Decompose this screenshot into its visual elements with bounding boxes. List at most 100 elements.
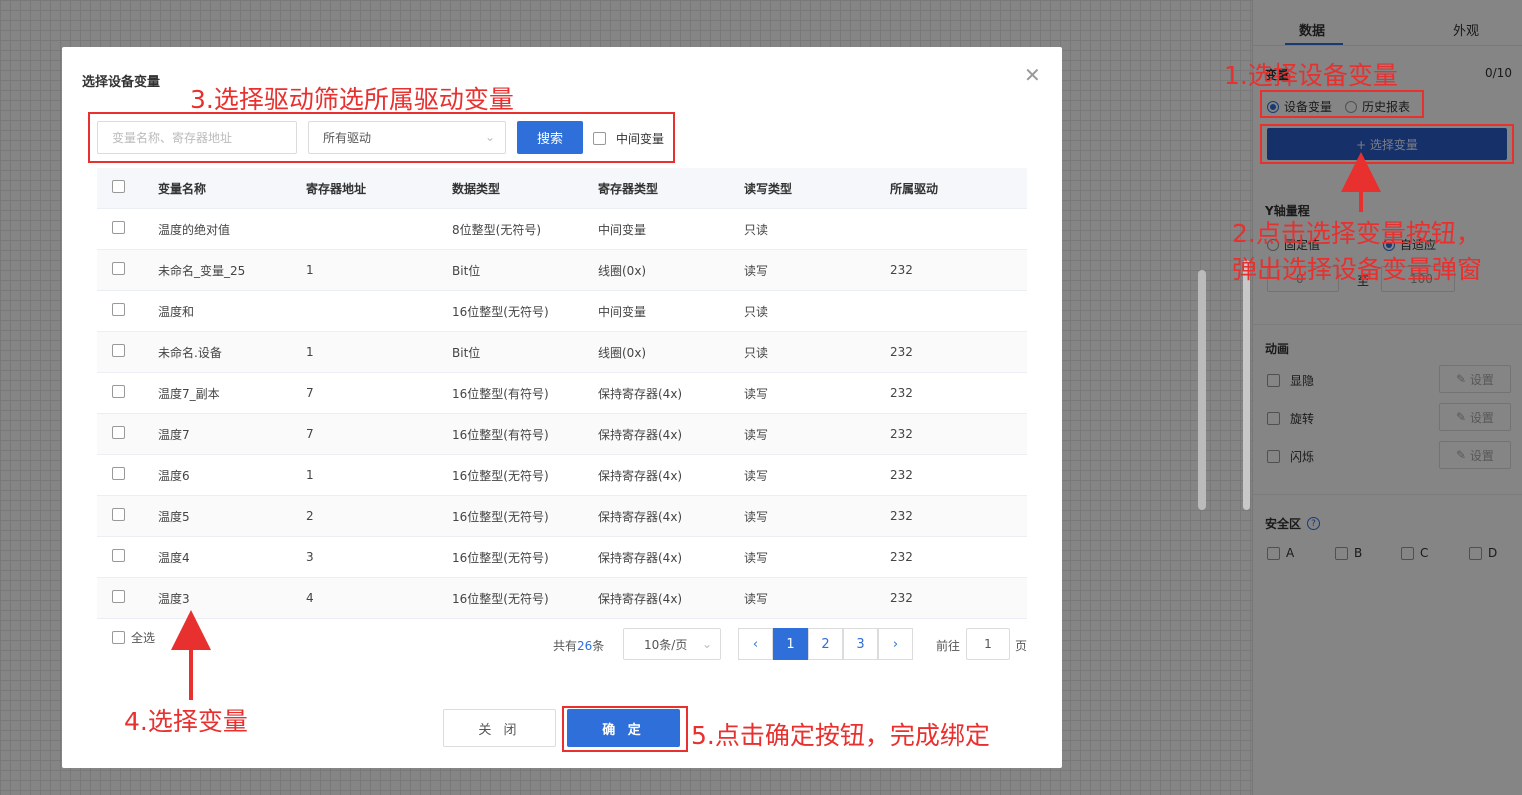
prev-page-button[interactable]: ‹ <box>738 628 773 660</box>
column-header: 寄存器类型 <box>598 181 659 196</box>
row-checkbox[interactable] <box>112 385 125 398</box>
pager-total: 共有26条 <box>553 637 604 654</box>
annotation-box-confirm <box>562 706 688 752</box>
table-row[interactable]: 温度的绝对值 8位整型(无符号) 中间变量 只读 <box>97 209 1027 250</box>
table-cell: 2 <box>306 509 314 523</box>
table-row[interactable]: 温度6 1 16位整型(无符号) 保持寄存器(4x) 读写 232 <box>97 455 1027 496</box>
annotation-step3: 3.选择驱动筛选所属驱动变量 <box>190 85 514 114</box>
table-cell: 未命名_变量_25 <box>158 263 246 278</box>
table-cell: 读写 <box>744 468 769 483</box>
table-cell: 3 <box>306 550 314 564</box>
annotation-box-select-button <box>1260 124 1514 164</box>
column-header: 变量名称 <box>158 181 207 196</box>
table-cell: 中间变量 <box>598 222 647 237</box>
table-cell: 温度7_副本 <box>158 386 220 401</box>
goto-suffix: 页 <box>1015 639 1028 653</box>
table-header: 变量名称 寄存器地址 数据类型 寄存器类型 读写类型 所属驱动 <box>97 168 1027 209</box>
table-row[interactable]: 温度5 2 16位整型(无符号) 保持寄存器(4x) 读写 232 <box>97 496 1027 537</box>
table-row[interactable]: 温度7_副本 7 16位整型(有符号) 保持寄存器(4x) 读写 232 <box>97 373 1027 414</box>
table-cell: 温度7 <box>158 427 190 442</box>
table-cell: 232 <box>890 509 913 523</box>
table-cell: 读写 <box>744 509 769 524</box>
table-cell: 中间变量 <box>598 304 647 319</box>
row-checkbox[interactable] <box>112 221 125 234</box>
total-count: 26 <box>577 639 593 653</box>
table-cell: 1 <box>306 345 314 359</box>
table-row[interactable]: 温度4 3 16位整型(无符号) 保持寄存器(4x) 读写 232 <box>97 537 1027 578</box>
table-cell: 只读 <box>744 222 769 237</box>
next-page-button[interactable]: › <box>878 628 913 660</box>
table-cell: 读写 <box>744 591 769 606</box>
checkbox-label: 全选 <box>131 631 156 645</box>
page-button-3[interactable]: 3 <box>843 628 878 660</box>
page-size-select[interactable]: 10条/页 ⌄ <box>623 628 721 660</box>
table-cell: 232 <box>890 427 913 441</box>
row-checkbox[interactable] <box>112 344 125 357</box>
table-cell: 保持寄存器(4x) <box>598 509 683 524</box>
annotation-step2-line2: 弹出选择设备变量弹窗 <box>1232 255 1483 284</box>
table-cell: 只读 <box>744 345 769 360</box>
table-cell: 7 <box>306 427 314 441</box>
table-cell: 16位整型(无符号) <box>452 509 549 524</box>
column-header: 读写类型 <box>744 181 793 196</box>
table-cell: 线圈(0x) <box>598 263 647 278</box>
row-checkbox[interactable] <box>112 508 125 521</box>
total-suffix: 条 <box>592 639 605 653</box>
canvas-scrollbar[interactable] <box>1243 260 1250 510</box>
table-cell: 1 <box>306 263 314 277</box>
annotation-step2-line1: 2.点击选择变量按钮， <box>1232 219 1481 248</box>
table-cell: 读写 <box>744 427 769 442</box>
annotation-box-filter <box>88 112 675 163</box>
table-cell: 1 <box>306 468 314 482</box>
table-cell: 16位整型(有符号) <box>452 386 549 401</box>
table-cell: 16位整型(无符号) <box>452 591 549 606</box>
table-row[interactable]: 温度7 7 16位整型(有符号) 保持寄存器(4x) 读写 232 <box>97 414 1027 455</box>
row-checkbox[interactable] <box>112 590 125 603</box>
row-checkbox[interactable] <box>112 467 125 480</box>
table-cell: 16位整型(无符号) <box>452 468 549 483</box>
table-cell: 16位整型(无符号) <box>452 550 549 565</box>
page-size-value: 10条/页 <box>644 637 688 652</box>
table-cell: 温度的绝对值 <box>158 222 231 237</box>
table-cell: 未命名.设备 <box>158 345 222 360</box>
table-cell: 温度和 <box>158 304 195 319</box>
chevron-down-icon: ⌄ <box>701 637 712 651</box>
table-cell: 温度3 <box>158 591 190 606</box>
table-cell: 232 <box>890 468 913 482</box>
select-all-checkbox[interactable]: 全选 <box>112 629 155 646</box>
column-header: 数据类型 <box>452 181 501 196</box>
table-row[interactable]: 未命名_变量_25 1 Bit位 线圈(0x) 读写 232 <box>97 250 1027 291</box>
column-header: 寄存器地址 <box>306 181 367 196</box>
dialog-title: 选择设备变量 <box>82 75 161 90</box>
table-cell: 232 <box>890 386 913 400</box>
table-cell: 8位整型(无符号) <box>452 222 541 237</box>
page-button-1[interactable]: 1 <box>773 628 808 660</box>
table-cell: 7 <box>306 386 314 400</box>
table-cell: 温度5 <box>158 509 190 524</box>
table-row[interactable]: 未命名.设备 1 Bit位 线圈(0x) 只读 232 <box>97 332 1027 373</box>
table-row[interactable]: 温度和 16位整型(无符号) 中间变量 只读 <box>97 291 1027 332</box>
table-cell: 温度4 <box>158 550 190 565</box>
table-cell: 232 <box>890 345 913 359</box>
row-checkbox[interactable] <box>112 426 125 439</box>
checkbox-icon <box>112 631 125 644</box>
goto-page-input[interactable]: 1 <box>966 628 1010 660</box>
close-button[interactable]: 关 闭 <box>443 709 556 747</box>
annotation-step4: 4.选择变量 <box>124 707 248 736</box>
annotation-box-source <box>1260 90 1424 118</box>
table-cell: 4 <box>306 591 314 605</box>
table-cell: 232 <box>890 263 913 277</box>
row-checkbox[interactable] <box>112 262 125 275</box>
dialog-scrollbar[interactable] <box>1198 270 1206 510</box>
table-row[interactable]: 温度3 4 16位整型(无符号) 保持寄存器(4x) 读写 232 <box>97 578 1027 619</box>
header-checkbox[interactable] <box>112 180 125 193</box>
table-cell: 16位整型(无符号) <box>452 304 549 319</box>
annotation-step1: 1.选择设备变量 <box>1224 61 1398 90</box>
goto-label: 前往 <box>936 639 961 653</box>
row-checkbox[interactable] <box>112 303 125 316</box>
close-icon[interactable]: ✕ <box>1024 65 1041 85</box>
row-checkbox[interactable] <box>112 549 125 562</box>
page-button-2[interactable]: 2 <box>808 628 843 660</box>
table-cell: 读写 <box>744 263 769 278</box>
table-cell: 16位整型(有符号) <box>452 427 549 442</box>
